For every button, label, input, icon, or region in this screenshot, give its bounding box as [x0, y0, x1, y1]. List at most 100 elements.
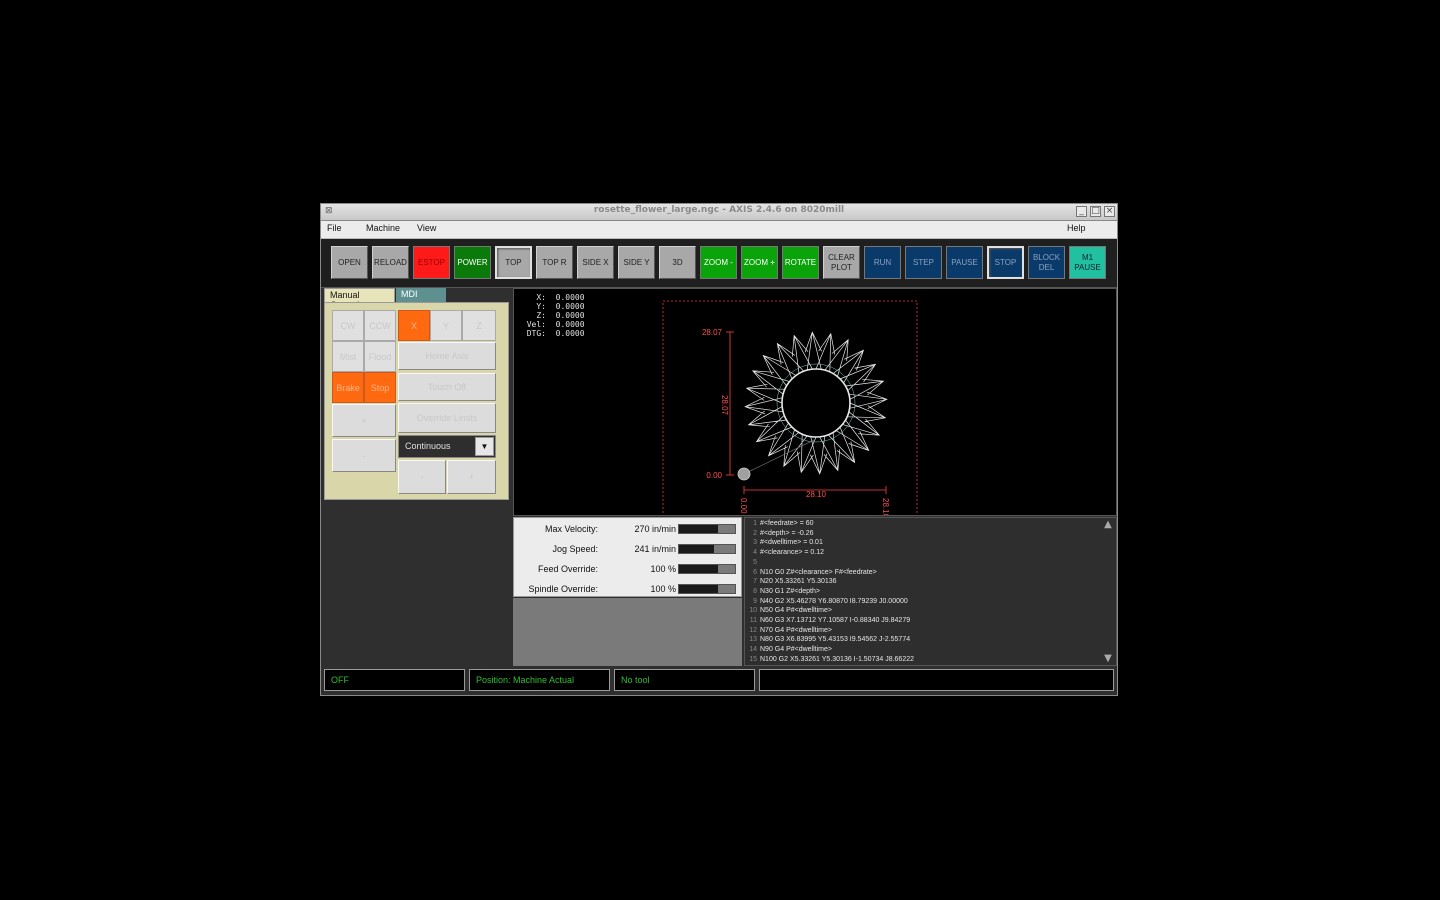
- rotate-button[interactable]: ROTATE: [782, 246, 819, 279]
- clear-plot-button[interactable]: CLEAR PLOT: [823, 246, 860, 279]
- gcode-listing[interactable]: ▲ ▼ 1 #<feedrate> = 60 2 #<depth> = -0.26 3 #…: [744, 517, 1117, 666]
- gcode-line[interactable]: 4 #<clearance> = 0.12: [749, 549, 824, 556]
- gcode-line[interactable]: 11 N60 G3 X7.13712 Y7.10587 I-0.88340 J9.…: [749, 617, 910, 624]
- gcode-line[interactable]: 10 N50 G4 P#<dwelltime>: [749, 607, 832, 614]
- axis-y-radio[interactable]: Y: [430, 310, 462, 341]
- dim-right-label: 28.10: [881, 498, 890, 515]
- preview-plot[interactable]: X: 0.0000 Y: 0.0000 Z: 0.0000 Vel: 0.000…: [513, 288, 1117, 516]
- minimize-icon[interactable]: _: [1076, 206, 1087, 217]
- top-r-button[interactable]: TOP R: [536, 246, 573, 279]
- top-button[interactable]: TOP: [495, 246, 532, 279]
- run-button[interactable]: RUN: [864, 246, 901, 279]
- toolpath-canvas: 28.07 28.07 0.00 28.10 0.00 28.10: [662, 300, 918, 515]
- spindle-increase-button[interactable]: +: [332, 404, 396, 437]
- gcode-line[interactable]: 6 N10 G0 Z#<clearance> F#<feedrate>: [749, 569, 877, 576]
- override-limits-checkbox[interactable]: Override Limits: [398, 403, 496, 433]
- gcode-line-number: 11: [749, 617, 757, 624]
- gcode-line[interactable]: 12 N70 G4 P#<dwelltime>: [749, 627, 832, 634]
- slider-track[interactable]: [678, 524, 736, 534]
- mist-toggle[interactable]: Mist: [332, 341, 364, 372]
- gcode-line[interactable]: 3 #<dwelltime> = 0.01: [749, 539, 823, 546]
- slider-row: Jog Speed: 241 in/min: [514, 540, 743, 558]
- gcode-line[interactable]: 9 N40 G2 X5.46278 Y6.80870 I8.79239 J0.00…: [749, 598, 908, 605]
- gcode-line-text: N70 G4 P#<dwelltime>: [760, 626, 832, 634]
- gcode-line-text: N20 X5.33261 Y5.30136: [760, 578, 837, 586]
- menu-file[interactable]: File: [327, 223, 342, 233]
- brake-toggle[interactable]: Brake: [332, 372, 364, 403]
- gcode-line[interactable]: 8 N30 G1 Z#<depth>: [749, 588, 820, 595]
- touch-off-button[interactable]: Touch Off: [398, 373, 496, 401]
- gcode-line-text: #<depth> = -0.26: [760, 529, 814, 537]
- gcode-line[interactable]: 7 N20 X5.33261 Y5.30136: [749, 578, 837, 586]
- zoom-minus-button[interactable]: ZOOM -: [700, 246, 737, 279]
- rosette-center-ring: [781, 368, 851, 438]
- m1-pause-button[interactable]: M1 PAUSE: [1069, 246, 1106, 279]
- jog-minus-button[interactable]: -: [398, 460, 446, 494]
- gcode-line-text: N10 G0 Z#<clearance> F#<feedrate>: [760, 568, 877, 576]
- gcode-line-number: 5: [753, 558, 757, 566]
- spindle-stop-button[interactable]: Stop: [364, 372, 396, 403]
- gcode-line[interactable]: 5: [749, 559, 760, 566]
- side-y-button[interactable]: SIDE Y: [618, 246, 655, 279]
- slider-fill: [679, 565, 718, 573]
- menu-machine[interactable]: Machine: [366, 223, 400, 233]
- dropdown-arrow-icon[interactable]: ▼: [475, 437, 494, 456]
- axis-z-radio[interactable]: Z: [462, 310, 496, 341]
- spindle-ccw-button[interactable]: CCW: [364, 310, 396, 341]
- scroll-down-icon[interactable]: ▼: [1102, 654, 1114, 664]
- gcode-line-text: N100 G2 X5.33261 Y5.30136 I-1.50734 J8.6…: [760, 655, 914, 663]
- gcode-line-text: N80 G3 X6.83995 Y5.43153 I9.54562 J-2.55…: [760, 636, 911, 644]
- gcode-line[interactable]: 15 N100 G2 X5.33261 Y5.30136 I-1.50734 J8…: [749, 656, 914, 663]
- menu-view[interactable]: View: [417, 223, 436, 233]
- gcode-line-text: #<dwelltime> = 0.01: [760, 539, 823, 547]
- gcode-line-text: N40 G2 X5.46278 Y6.80870 I8.79239 J0.000…: [760, 597, 908, 605]
- spindle-decrease-button[interactable]: -: [332, 439, 396, 472]
- maximize-icon[interactable]: □: [1090, 206, 1101, 217]
- jog-plus-button[interactable]: +: [447, 460, 496, 494]
- stop-button[interactable]: STOP: [987, 246, 1024, 279]
- estop-button[interactable]: ESTOP: [413, 246, 450, 279]
- open-button[interactable]: OPEN: [331, 246, 368, 279]
- title-bar[interactable]: ⊠ rosette_flower_large.ngc - AXIS 2.4.6 …: [321, 204, 1117, 221]
- gcode-line[interactable]: 13 N80 G3 X6.83995 Y5.43153 I9.54562 J-2.…: [749, 636, 910, 643]
- gcode-line[interactable]: 14 N90 G4 P#<dwelltime>: [749, 646, 832, 653]
- jog-increment-select[interactable]: Continuous ▼: [398, 435, 496, 458]
- power-button[interactable]: POWER: [454, 246, 491, 279]
- gcode-line-number: 10: [749, 607, 757, 615]
- spindle-cw-button[interactable]: CW: [332, 310, 364, 341]
- empty-panel-area: [513, 598, 742, 666]
- gcode-line-number: 14: [749, 646, 757, 654]
- scroll-up-icon[interactable]: ▲: [1102, 520, 1114, 530]
- slider-track[interactable]: [678, 544, 736, 554]
- slider-track[interactable]: [678, 564, 736, 574]
- tab-mdi[interactable]: MDI: [396, 288, 446, 302]
- left-panel: Manual Control MDI CW CCW X Y Z Mist Flo…: [322, 288, 512, 666]
- gcode-line[interactable]: 1 #<feedrate> = 60: [749, 520, 813, 527]
- slider-label: Spindle Override:: [528, 584, 598, 594]
- gcode-line[interactable]: 2 #<depth> = -0.26: [749, 529, 814, 537]
- window-title: rosette_flower_large.ngc - AXIS 2.4.6 on…: [593, 205, 845, 215]
- flood-toggle[interactable]: Flood: [364, 341, 396, 372]
- axis-x-radio[interactable]: X: [398, 310, 430, 341]
- menu-bar: File Machine View Help: [321, 221, 1117, 239]
- dimension-lines: [726, 331, 887, 494]
- step-button[interactable]: STEP: [905, 246, 942, 279]
- rosette-inner-path: [776, 363, 856, 443]
- gcode-line-number: 7: [753, 578, 757, 586]
- reload-button[interactable]: RELOAD: [372, 246, 409, 279]
- menu-help[interactable]: Help: [1067, 223, 1086, 233]
- tool-position-marker: [737, 467, 751, 481]
- pause-button[interactable]: PAUSE: [946, 246, 983, 279]
- gcode-line-text: N30 G1 Z#<depth>: [760, 587, 820, 595]
- close-icon[interactable]: ×: [1104, 206, 1115, 217]
- gcode-line-number: 4: [753, 549, 757, 557]
- side-x-button[interactable]: SIDE X: [577, 246, 614, 279]
- gcode-line-number: 1: [753, 520, 757, 527]
- manual-control-panel: CW CCW X Y Z Mist Flood Home Axis Brake …: [324, 302, 509, 500]
- tab-manual-control[interactable]: Manual Control: [324, 288, 395, 310]
- 3d-button[interactable]: 3D: [659, 246, 696, 279]
- block-del-button[interactable]: BLOCK DEL: [1028, 246, 1065, 279]
- slider-track[interactable]: [678, 584, 736, 594]
- zoom-plus-button[interactable]: ZOOM +: [741, 246, 778, 279]
- home-axis-button[interactable]: Home Axis: [398, 342, 496, 370]
